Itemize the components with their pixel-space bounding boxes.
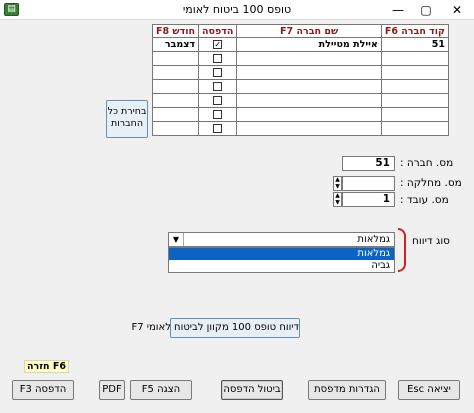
table-row[interactable] [152,79,450,94]
online-report-button[interactable]: דיווח טופס 100 מקוון לביטוח לאומי F7 [131,318,300,338]
company-code-cell[interactable] [380,93,450,108]
employee-spinner[interactable]: ▲ ▼ [333,192,342,207]
company-number-label: מס. חברה : [400,157,454,169]
report-type-select[interactable]: ▼ גמלאות [168,232,395,247]
exit-button[interactable]: יציאה Esc [398,380,460,400]
print-cell[interactable]: ✓ [197,37,238,52]
company-name-cell[interactable] [236,51,382,66]
chevron-down-icon[interactable]: ▼ [169,233,184,246]
company-code-cell[interactable] [380,107,450,122]
print-checkbox[interactable] [213,82,223,91]
print-cell[interactable] [197,121,238,136]
month-cell[interactable] [152,121,199,136]
show-button[interactable]: הצגה F5 [130,380,192,400]
header-print: הדפסה [197,24,238,38]
report-type-dropdown: גמלאות גביה [168,247,395,273]
month-cell[interactable] [152,51,199,66]
company-code-cell[interactable]: 51 [380,37,450,52]
month-cell[interactable] [152,93,199,108]
table-row[interactable] [152,65,450,80]
table-row[interactable] [152,107,450,122]
table-row[interactable] [152,51,450,66]
employee-number-label: מס. עובד : [400,194,449,206]
header-code[interactable]: קוד חברה F6 [380,24,450,38]
report-type-option-collection[interactable]: גביה [169,260,394,272]
company-name-cell[interactable] [236,65,382,80]
print-cell[interactable] [197,79,238,94]
company-name-cell[interactable] [236,79,382,94]
highlight-brace [398,228,406,272]
minimize-button[interactable]: — [384,0,412,20]
print-button[interactable]: הדפסה F3 [12,380,74,400]
print-cell[interactable] [197,107,238,122]
company-name-cell[interactable] [236,121,382,136]
department-number-label: מס. מחלקה : [400,177,462,189]
company-name-cell[interactable]: איילת מטיילת [236,37,382,52]
pdf-button[interactable]: PDF [99,380,125,400]
companies-table: חודש F8 הדפסה שם חברה F7 קוד חברה F6 דצמ… [152,24,450,136]
header-name[interactable]: שם חברה F7 [236,24,382,38]
company-code-cell[interactable] [380,79,450,94]
report-type-label: סוג דיווח [412,235,451,247]
table-row[interactable] [152,93,450,108]
employee-number-field[interactable]: 1 [342,192,395,207]
title-bar: ▤ טופס 100 ביטוח לאומי — ▢ ✕ [0,0,474,20]
printer-settings-button[interactable]: הגדרות מדפסת [308,380,386,400]
table-row[interactable] [152,121,450,136]
table-header-row: חודש F8 הדפסה שם חברה F7 קוד חברה F6 [152,24,450,38]
print-checkbox[interactable] [213,54,223,63]
company-name-cell[interactable] [236,107,382,122]
month-cell[interactable]: דצמבר [152,37,199,52]
maximize-button[interactable]: ▢ [412,0,440,20]
print-checkbox[interactable] [213,96,223,105]
company-code-cell[interactable] [380,121,450,136]
close-button[interactable]: ✕ [440,0,474,20]
report-type-value: גמלאות [357,234,390,245]
print-cell[interactable] [197,93,238,108]
month-cell[interactable] [152,107,199,122]
company-code-cell[interactable] [380,51,450,66]
month-cell[interactable] [152,65,199,80]
company-number-field[interactable]: 51 [342,156,395,171]
print-checkbox[interactable] [213,124,223,133]
department-number-field[interactable] [342,176,395,191]
print-cell[interactable] [197,65,238,80]
report-type-option-pensions[interactable]: גמלאות [169,248,394,260]
print-checkbox[interactable]: ✓ [213,40,223,49]
f6-back-label: F6 חזרה [24,360,69,373]
header-month[interactable]: חודש F8 [152,24,199,38]
month-cell[interactable] [152,79,199,94]
table-row[interactable]: דצמבר ✓ איילת מטיילת 51 [152,37,450,52]
company-code-cell[interactable] [380,65,450,80]
select-all-companies-button[interactable]: בחירת כל החברות [106,100,148,138]
department-spinner[interactable]: ▲ ▼ [333,176,342,191]
cancel-print-button[interactable]: ביטול הדפסה [221,380,283,400]
print-checkbox[interactable] [213,110,223,119]
print-cell[interactable] [197,51,238,66]
print-checkbox[interactable] [213,68,223,77]
company-name-cell[interactable] [236,93,382,108]
